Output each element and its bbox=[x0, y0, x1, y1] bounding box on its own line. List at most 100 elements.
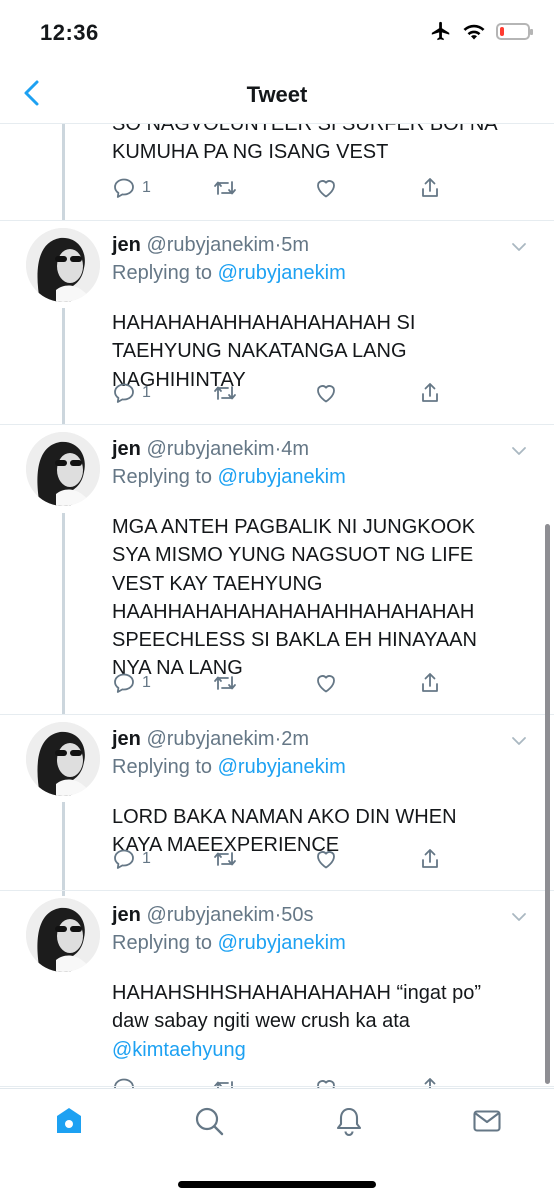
divider bbox=[0, 424, 554, 425]
tweet-actions: 1 bbox=[112, 380, 442, 406]
avatar-photo bbox=[26, 432, 100, 506]
tab-bar bbox=[0, 1088, 554, 1200]
thread-line bbox=[62, 308, 65, 424]
like-button[interactable] bbox=[314, 670, 338, 696]
thread-line bbox=[62, 124, 65, 220]
like-button[interactable] bbox=[314, 175, 338, 201]
tweet-text: HAHAHSHHSHAHAHAHAHAH “ingat po” daw saba… bbox=[112, 979, 532, 1064]
status-time: 12:36 bbox=[40, 20, 99, 45]
reply-icon bbox=[114, 673, 134, 693]
airplane-icon bbox=[431, 21, 450, 41]
replying-to-link[interactable]: @rubyjanekim bbox=[218, 932, 346, 954]
home-icon bbox=[57, 1108, 81, 1133]
battery-level bbox=[500, 26, 504, 36]
tweet-header: jen @rubyjanekim·50s bbox=[112, 904, 314, 927]
tweet-actions: 1 bbox=[112, 846, 442, 872]
notifications-bell-icon bbox=[336, 1107, 362, 1137]
reply-count: 1 bbox=[142, 384, 151, 401]
heart-icon bbox=[317, 851, 335, 869]
divider bbox=[0, 220, 554, 221]
search-icon bbox=[195, 1107, 224, 1136]
chevron-down-icon[interactable] bbox=[510, 442, 528, 460]
share-icon bbox=[422, 849, 438, 868]
share-button[interactable] bbox=[418, 380, 442, 406]
divider bbox=[0, 890, 554, 891]
retweet-button[interactable] bbox=[212, 846, 238, 872]
home-indicator[interactable] bbox=[178, 1181, 376, 1188]
chevron-down-icon[interactable] bbox=[510, 238, 528, 256]
reply-button[interactable]: 1 bbox=[112, 670, 151, 696]
retweet-icon bbox=[214, 386, 236, 400]
tweet-time: 50s bbox=[281, 904, 314, 926]
retweet-icon bbox=[214, 676, 236, 690]
author-handle[interactable]: @rubyjanekim bbox=[146, 728, 274, 750]
like-button[interactable] bbox=[314, 846, 338, 872]
reply-button[interactable]: 1 bbox=[112, 175, 151, 201]
tweet-time: 4m bbox=[281, 438, 310, 460]
reply-button[interactable]: 1 bbox=[112, 380, 151, 406]
tab-home[interactable] bbox=[53, 1105, 85, 1137]
author-handle[interactable]: @rubyjanekim bbox=[146, 438, 274, 460]
wifi-icon bbox=[463, 24, 485, 40]
chevron-down-icon[interactable] bbox=[510, 908, 528, 926]
replying-to-link[interactable]: @rubyjanekim bbox=[218, 262, 346, 284]
author-name[interactable]: jen bbox=[112, 904, 141, 926]
share-button[interactable] bbox=[418, 175, 442, 201]
tweet-thread[interactable]: SO NAGVOLUNTEER SI SURFER BOI NA KUMUHA … bbox=[0, 124, 554, 1088]
replying-to: Replying to @rubyjanekim bbox=[112, 262, 346, 285]
tweet-text-main: HAHAHSHHSHAHAHAHAHAH “ingat po” daw saba… bbox=[112, 982, 481, 1033]
replying-prefix: Replying to bbox=[112, 756, 213, 778]
tweet-time: 5m bbox=[281, 234, 310, 256]
share-icon bbox=[422, 673, 438, 692]
reply-icon bbox=[114, 383, 134, 403]
replying-to-link[interactable]: @rubyjanekim bbox=[218, 756, 346, 778]
tweet-header: jen @rubyjanekim·4m bbox=[112, 438, 309, 461]
replying-prefix: Replying to bbox=[112, 262, 213, 284]
chevron-down-icon[interactable] bbox=[510, 732, 528, 750]
replying-to-link[interactable]: @rubyjanekim bbox=[218, 466, 346, 488]
author-name[interactable]: jen bbox=[112, 234, 141, 256]
replying-prefix: Replying to bbox=[112, 932, 213, 954]
author-handle[interactable]: @rubyjanekim bbox=[146, 904, 274, 926]
replying-to: Replying to @rubyjanekim bbox=[112, 756, 346, 779]
heart-icon bbox=[317, 675, 335, 693]
share-icon bbox=[422, 178, 438, 197]
reply-icon bbox=[114, 178, 134, 198]
replying-prefix: Replying to bbox=[112, 466, 213, 488]
avatar[interactable] bbox=[26, 722, 100, 796]
tweet-actions: 1 bbox=[112, 175, 442, 201]
tweet-header: jen @rubyjanekim·2m bbox=[112, 728, 309, 751]
retweet-icon bbox=[214, 852, 236, 866]
avatar[interactable] bbox=[26, 898, 100, 972]
tweet-time: 2m bbox=[281, 728, 310, 750]
retweet-button[interactable] bbox=[212, 380, 238, 406]
share-button[interactable] bbox=[418, 670, 442, 696]
status-icons bbox=[430, 20, 533, 42]
scrollbar[interactable] bbox=[545, 524, 550, 1084]
retweet-button[interactable] bbox=[212, 670, 238, 696]
avatar[interactable] bbox=[26, 432, 100, 506]
like-button[interactable] bbox=[314, 380, 338, 406]
reply-button[interactable]: 1 bbox=[112, 846, 151, 872]
mention-link[interactable]: @kimtaehyung bbox=[112, 1039, 246, 1061]
author-name[interactable]: jen bbox=[112, 728, 141, 750]
tab-search[interactable] bbox=[193, 1105, 225, 1137]
avatar-photo bbox=[26, 898, 100, 972]
tab-messages[interactable] bbox=[471, 1105, 503, 1137]
page-title: Tweet bbox=[246, 82, 308, 107]
thread-line bbox=[62, 802, 65, 896]
tab-notifications[interactable] bbox=[333, 1105, 365, 1137]
reply-count: 1 bbox=[142, 179, 151, 196]
reply-count: 1 bbox=[142, 674, 151, 691]
tweet-actions: 1 bbox=[112, 670, 442, 696]
author-handle[interactable]: @rubyjanekim bbox=[146, 234, 274, 256]
heart-icon bbox=[317, 180, 335, 198]
tweet-text: SO NAGVOLUNTEER SI SURFER BOI NA KUMUHA … bbox=[112, 124, 498, 164]
retweet-button[interactable] bbox=[212, 175, 238, 201]
reply-count: 1 bbox=[142, 850, 151, 867]
author-name[interactable]: jen bbox=[112, 438, 141, 460]
share-button[interactable] bbox=[418, 846, 442, 872]
divider bbox=[0, 714, 554, 715]
avatar[interactable] bbox=[26, 228, 100, 302]
avatar-photo bbox=[26, 228, 100, 302]
